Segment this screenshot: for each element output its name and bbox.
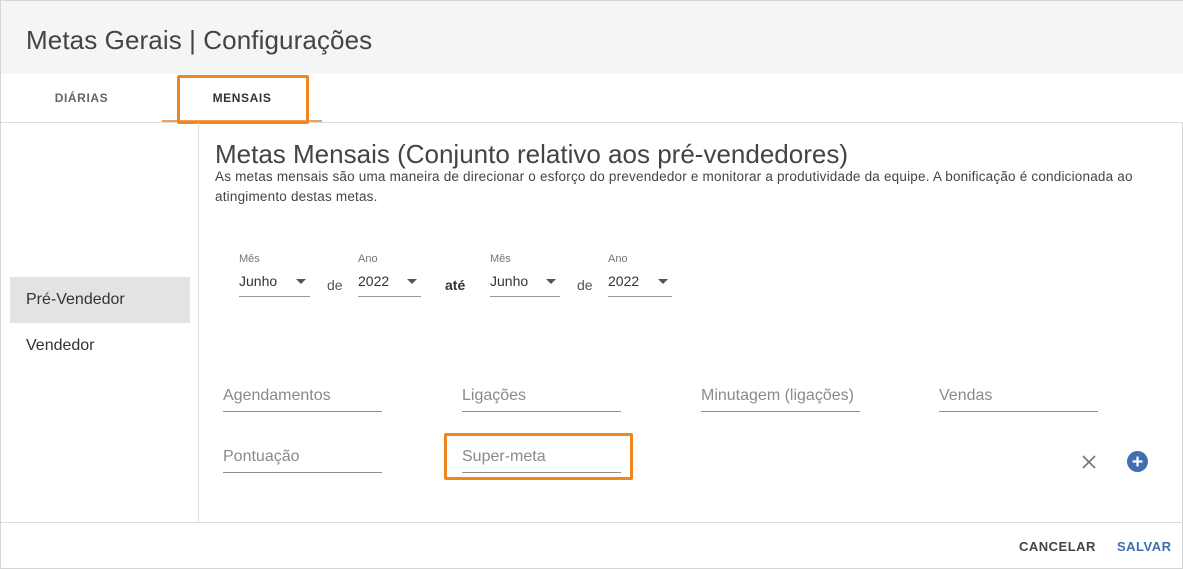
end-month-select: Mês Junho — [490, 253, 560, 297]
role-sidebar: Pré-Vendedor Vendedor — [1, 123, 199, 522]
end-year-label: Ano — [608, 253, 628, 265]
end-month-dropdown[interactable]: Junho — [490, 269, 560, 297]
start-month-dropdown[interactable]: Junho — [239, 269, 310, 297]
minutagem-placeholder: Minutagem (ligações) — [701, 387, 854, 404]
minutagem-field[interactable]: Minutagem (ligações) — [701, 382, 860, 412]
agendamentos-field[interactable]: Agendamentos — [223, 382, 382, 412]
chevron-down-icon — [296, 279, 306, 284]
end-year-dropdown[interactable]: 2022 — [608, 269, 672, 297]
close-icon[interactable] — [1078, 451, 1100, 473]
goals-settings-dialog: Metas Gerais | Configurações DIÁRIAS MEN… — [0, 0, 1183, 569]
tab-mensais[interactable]: MENSAIS — [162, 74, 322, 122]
dialog-header: Metas Gerais | Configurações — [1, 1, 1183, 74]
page-title: Metas Mensais (Conjunto relativo aos pré… — [215, 139, 848, 169]
start-year-label: Ano — [358, 253, 378, 265]
save-button[interactable]: SALVAR — [1117, 539, 1172, 554]
agendamentos-placeholder: Agendamentos — [223, 387, 331, 404]
vendas-field[interactable]: Vendas — [939, 382, 1098, 412]
end-month-label: Mês — [490, 253, 511, 265]
plus-circle-icon[interactable] — [1127, 451, 1148, 472]
ligacoes-placeholder: Ligações — [462, 387, 527, 404]
pontuacao-field[interactable]: Pontuação — [223, 443, 382, 473]
start-month-value: Junho — [239, 273, 278, 289]
tab-bar: DIÁRIAS MENSAIS — [1, 74, 1183, 124]
start-month-label: Mês — [239, 253, 260, 265]
super-meta-placeholder: Super-meta — [462, 448, 546, 465]
chevron-down-icon — [658, 279, 668, 284]
vendas-placeholder: Vendas — [939, 387, 993, 404]
tab-diarias[interactable]: DIÁRIAS — [1, 74, 162, 122]
start-year-value: 2022 — [358, 273, 390, 289]
chevron-down-icon — [546, 279, 556, 284]
active-tab-indicator — [162, 120, 322, 122]
chevron-down-icon — [407, 279, 417, 284]
separator-ate: até — [445, 277, 466, 293]
dialog-footer: CANCELAR SALVAR — [1, 522, 1183, 569]
ligacoes-field[interactable]: Ligações — [462, 382, 621, 412]
sidebar-item-vendedor[interactable]: Vendedor — [10, 323, 190, 369]
start-month-select: Mês Junho — [239, 253, 310, 297]
separator-de: de — [327, 277, 343, 293]
end-year-select: Ano 2022 — [608, 253, 672, 297]
end-year-value: 2022 — [608, 273, 640, 289]
page-description: As metas mensais são uma maneira de dire… — [215, 169, 1133, 204]
cancel-button[interactable]: CANCELAR — [1019, 539, 1096, 554]
end-month-value: Junho — [490, 273, 529, 289]
sidebar-item-pre-vendedor[interactable]: Pré-Vendedor — [10, 277, 190, 323]
dialog-title: Metas Gerais | Configurações — [26, 25, 373, 55]
super-meta-field[interactable]: Super-meta — [462, 443, 621, 473]
separator-de: de — [577, 277, 593, 293]
pontuacao-placeholder: Pontuação — [223, 448, 300, 465]
start-year-dropdown[interactable]: 2022 — [358, 269, 421, 297]
start-year-select: Ano 2022 — [358, 253, 421, 297]
